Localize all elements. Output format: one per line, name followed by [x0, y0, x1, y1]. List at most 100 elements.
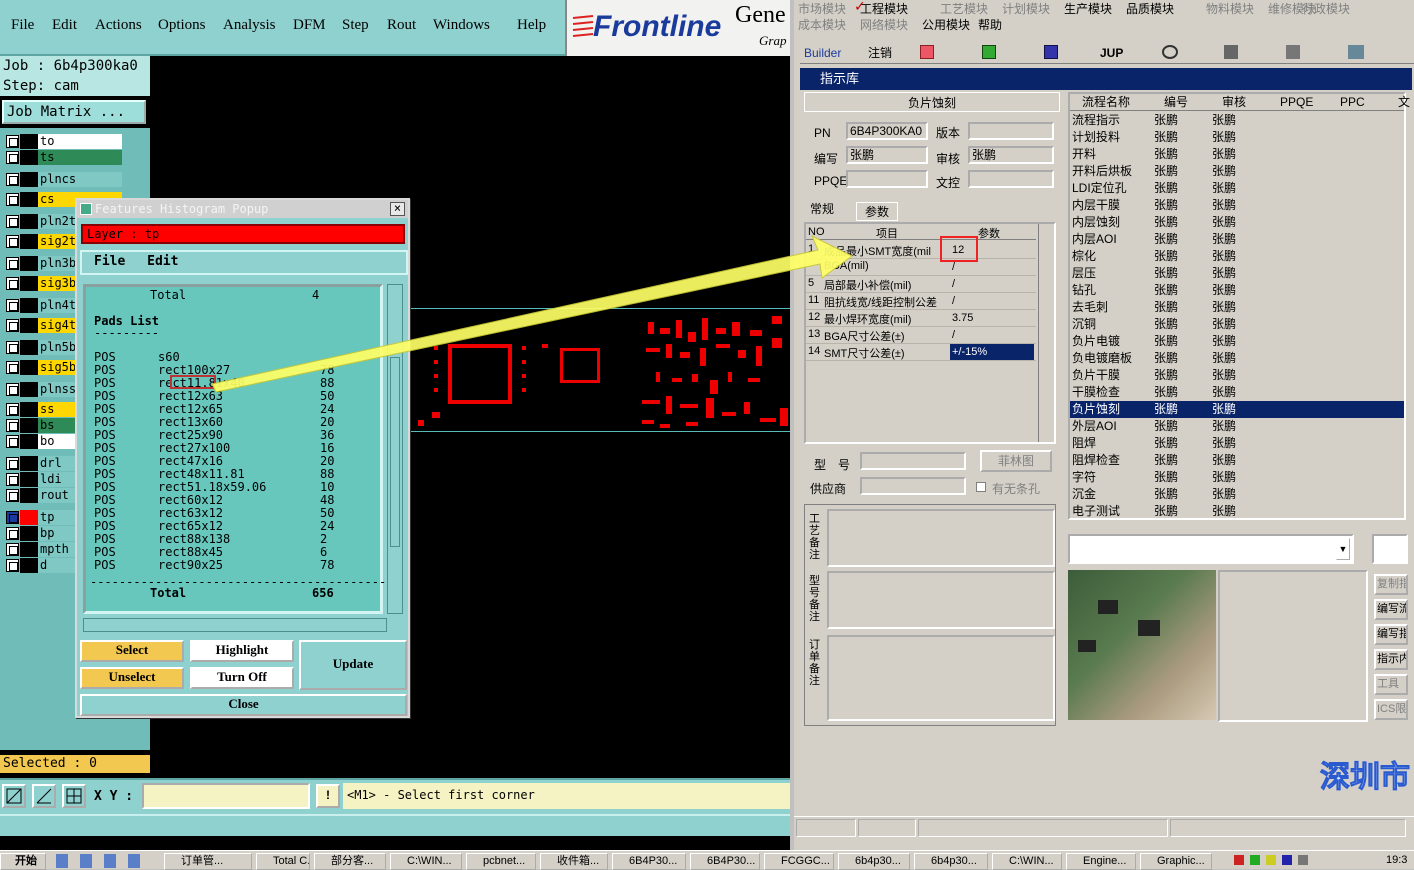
layer-checkbox[interactable] [6, 151, 19, 164]
model-notes-field[interactable] [827, 571, 1055, 629]
taskbar-task[interactable]: 收件箱... [540, 853, 608, 870]
flow-row[interactable]: 电子测试 张鹏 张鹏 [1070, 503, 1404, 520]
ppt-icon[interactable] [920, 45, 934, 59]
flow-row[interactable]: 棕化 张鹏 张鹏 [1070, 248, 1404, 265]
taskbar-task[interactable]: Total C... [256, 853, 310, 870]
menu-step[interactable]: Step [342, 17, 369, 34]
layer-color-swatch[interactable] [20, 134, 38, 149]
eye-icon[interactable] [1162, 45, 1178, 59]
tray-icon[interactable] [1266, 855, 1276, 865]
update-button[interactable]: Update [299, 640, 407, 690]
layer-color-swatch[interactable] [20, 340, 38, 355]
layer-color-swatch[interactable] [20, 276, 38, 291]
builder-label[interactable]: Builder [804, 46, 841, 60]
module-menu-item[interactable]: 物料模块 [1206, 0, 1254, 17]
layer-color-swatch[interactable] [20, 382, 38, 397]
zoom-area-icon[interactable] [2, 784, 26, 808]
layer-checkbox[interactable] [6, 361, 19, 374]
layer-checkbox[interactable] [6, 435, 19, 448]
layer-color-swatch[interactable] [20, 172, 38, 187]
menu-actions[interactable]: Actions [95, 17, 142, 34]
monitor-icon[interactable] [1348, 45, 1364, 59]
flow-row[interactable]: 阻焊检查 张鹏 张鹏 [1070, 452, 1404, 469]
taskbar-task[interactable]: Engine... [1066, 853, 1136, 870]
flow-row[interactable]: 外层AOI 张鹏 张鹏 [1070, 418, 1404, 435]
side-button[interactable]: 工具 [1374, 674, 1408, 695]
layer-checkbox[interactable] [6, 299, 19, 312]
quick-launch-icons[interactable] [56, 854, 152, 868]
tab-params[interactable]: 参数 [856, 202, 899, 221]
menu-help[interactable]: Help [517, 17, 546, 34]
layer-checkbox[interactable] [6, 489, 19, 502]
popup-menu-file[interactable]: File [94, 254, 125, 269]
flow-row[interactable]: 负片蚀刻 张鹏 张鹏 [1070, 401, 1404, 418]
layer-color-swatch[interactable] [20, 542, 38, 557]
flow-row[interactable]: 内层干膜 张鹏 张鹏 [1070, 197, 1404, 214]
layer-checkbox[interactable] [6, 383, 19, 396]
doc-control-field[interactable] [968, 170, 1054, 188]
taskbar-task[interactable]: FCGGC... [764, 853, 834, 870]
layer-checkbox[interactable] [6, 457, 19, 470]
taskbar-task[interactable]: C:\WIN... [390, 853, 462, 870]
model-field[interactable] [860, 452, 966, 470]
process-notes-field[interactable] [827, 509, 1055, 567]
param-row[interactable]: 1 成品最小SMT宽度(mil 12 [806, 242, 1036, 259]
select-button[interactable]: Select [80, 640, 184, 662]
flow-row[interactable]: 负电镀磨板 张鹏 张鹏 [1070, 350, 1404, 367]
tools-icon[interactable] [1286, 45, 1300, 59]
flow-row[interactable]: 开料后烘板 张鹏 张鹏 [1070, 163, 1404, 180]
flow-row[interactable]: 去毛刺 张鹏 张鹏 [1070, 299, 1404, 316]
layer-checkbox[interactable] [6, 419, 19, 432]
layer-color-swatch[interactable] [20, 558, 38, 573]
layer-checkbox[interactable] [6, 559, 19, 572]
param-row[interactable]: 13 BGA尺寸公差(±) / [806, 327, 1036, 344]
flow-row[interactable]: 干膜检查 张鹏 张鹏 [1070, 384, 1404, 401]
flow-header-cell[interactable]: 编号 [1164, 94, 1188, 111]
flow-row[interactable]: 字符 张鹏 张鹏 [1070, 469, 1404, 486]
flow-row[interactable]: 内层AOI 张鹏 张鹏 [1070, 231, 1404, 248]
layer-color-swatch[interactable] [20, 318, 38, 333]
flow-dropdown[interactable]: ▼ [1068, 534, 1354, 564]
layer-name[interactable]: to [38, 134, 122, 149]
param-row[interactable]: 11 阻抗线宽/线距控制公差 / [806, 293, 1036, 310]
module-menu-item[interactable]: 市场模块 [798, 0, 846, 17]
taskbar-task[interactable]: 6B4P30... [612, 853, 686, 870]
layer-checkbox[interactable] [6, 473, 19, 486]
ppqe-field[interactable] [846, 170, 928, 188]
param-value[interactable]: / [950, 293, 1034, 309]
side-button[interactable]: 复制指 [1374, 574, 1408, 595]
param-row[interactable]: 12 最小焊环宽度(mil) 3.75 [806, 310, 1036, 327]
layer-checkbox[interactable] [6, 193, 19, 206]
layer-color-swatch[interactable] [20, 488, 38, 503]
flow-header-cell[interactable]: 审核 [1222, 94, 1246, 111]
layer-color-swatch[interactable] [20, 360, 38, 375]
module-menu-item[interactable]: 公用模块 [922, 16, 970, 33]
jup-button[interactable]: JUP [1100, 46, 1123, 60]
menu-analysis[interactable]: Analysis [223, 17, 276, 34]
job-matrix-button[interactable]: Job Matrix ... [2, 100, 146, 124]
layer-checkbox[interactable] [6, 403, 19, 416]
layer-color-swatch[interactable] [20, 456, 38, 471]
xy-input[interactable] [142, 783, 310, 809]
layer-color-swatch[interactable] [20, 192, 38, 207]
flow-row[interactable]: 沉铜 张鹏 张鹏 [1070, 316, 1404, 333]
grid-icon[interactable] [62, 784, 86, 808]
flow-row[interactable]: 内层蚀刻 张鹏 张鹏 [1070, 214, 1404, 231]
flow-header-cell[interactable]: 文 [1398, 94, 1410, 111]
pads-scrollbar[interactable] [387, 284, 403, 614]
order-notes-field[interactable] [827, 635, 1055, 721]
writer-field[interactable]: 张鹏 [846, 146, 928, 164]
close-button[interactable]: Close [80, 694, 407, 716]
reviewer-field[interactable]: 张鹏 [968, 146, 1054, 164]
flow-row[interactable]: 层压 张鹏 张鹏 [1070, 265, 1404, 282]
popup-menu-edit[interactable]: Edit [147, 254, 178, 269]
taskbar-task[interactable]: pcbnet... [466, 853, 536, 870]
layer-checkbox[interactable] [6, 277, 19, 290]
module-menu-item[interactable]: 品质模块 [1126, 0, 1174, 17]
layer-color-swatch[interactable] [20, 256, 38, 271]
layer-checkbox[interactable] [6, 511, 19, 524]
side-button[interactable]: 编写指 [1374, 624, 1408, 645]
pads-list[interactable]: Total 4 Pads List --------- POS s60 POS rec… [83, 284, 386, 614]
layer-checkbox[interactable] [6, 235, 19, 248]
no-hole-checkbox[interactable] [976, 482, 986, 492]
